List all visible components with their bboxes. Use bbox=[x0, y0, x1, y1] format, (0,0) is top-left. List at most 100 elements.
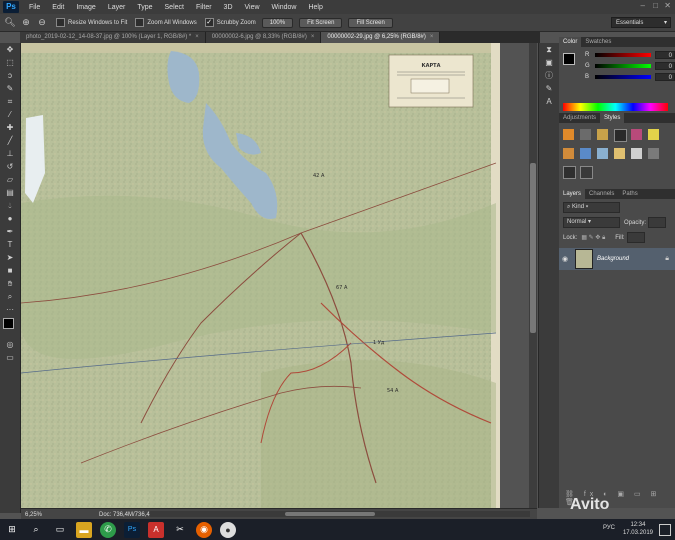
zoom-level[interactable]: 6,25% bbox=[21, 512, 63, 518]
menu-help[interactable]: Help bbox=[302, 4, 328, 11]
style-swatch[interactable] bbox=[631, 148, 642, 160]
tools-icon[interactable]: ✂ bbox=[172, 522, 188, 538]
green-value[interactable]: 0 bbox=[655, 61, 675, 70]
tab-document-1[interactable]: photo_2019-02-12_14-08-37.jpg @ 100% (La… bbox=[20, 32, 206, 43]
tab-document-2[interactable]: 00000002-6.jpg @ 8,33% (RGB/8#) × bbox=[205, 32, 322, 43]
lock-icons[interactable]: ▦ ✎ ✥ 🔒︎ bbox=[581, 234, 605, 242]
resize-windows-checkbox[interactable]: Resize Windows to Fit bbox=[56, 18, 127, 27]
tab-styles[interactable]: Styles bbox=[600, 113, 625, 123]
style-swatch[interactable] bbox=[614, 129, 627, 142]
task-view-icon[interactable]: ▭ bbox=[52, 522, 68, 538]
foreground-color-swatch[interactable] bbox=[3, 318, 14, 329]
layer-filter-kind[interactable]: ⌕ Kind ▾ bbox=[563, 202, 620, 213]
marquee-tool-icon[interactable]: ⬚ bbox=[0, 56, 20, 69]
style-swatch[interactable] bbox=[597, 148, 608, 160]
notifications-icon[interactable] bbox=[659, 524, 671, 536]
fill-screen-button[interactable]: Fill Screen bbox=[348, 17, 393, 28]
blue-value[interactable]: 0 bbox=[655, 72, 675, 81]
tab-layers[interactable]: Layers bbox=[559, 189, 586, 199]
zoom-all-checkbox[interactable]: Zoom All Windows bbox=[135, 18, 197, 27]
style-swatch[interactable] bbox=[631, 129, 642, 140]
tab-swatches[interactable]: Swatches bbox=[581, 37, 615, 47]
file-explorer-icon[interactable]: ▬ bbox=[76, 521, 92, 538]
eraser-tool-icon[interactable]: ▱ bbox=[0, 173, 20, 186]
close-icon[interactable]: × bbox=[195, 34, 199, 40]
character-panel-icon[interactable]: A bbox=[539, 95, 559, 108]
tab-adjustments[interactable]: Adjustments bbox=[559, 113, 600, 123]
language-indicator[interactable]: РУС bbox=[603, 525, 615, 531]
info-panel-icon[interactable]: ⓘ bbox=[539, 69, 559, 82]
maximize-icon[interactable]: □ bbox=[653, 1, 658, 10]
properties-panel-icon[interactable]: ▣ bbox=[539, 56, 559, 69]
layer-name[interactable]: Background bbox=[597, 256, 665, 262]
windows-start-icon[interactable]: ⊞ bbox=[4, 522, 20, 538]
photoshop-taskbar-icon[interactable]: Ps bbox=[124, 521, 140, 538]
quick-mask-icon[interactable]: ◎ bbox=[0, 338, 20, 351]
eyedropper-tool-icon[interactable]: ⁄ bbox=[0, 108, 20, 121]
menu-image[interactable]: Image bbox=[70, 4, 101, 11]
tab-document-3[interactable]: 00000002-29.jpg @ 6,25% (RGB/8#) × bbox=[321, 32, 441, 43]
screen-mode-icon[interactable]: ▭ bbox=[0, 351, 20, 364]
menu-type[interactable]: Type bbox=[131, 4, 158, 11]
close-icon[interactable]: × bbox=[311, 34, 315, 40]
disc-icon[interactable]: ● bbox=[220, 521, 236, 538]
color-swatches[interactable] bbox=[0, 316, 20, 338]
menu-view[interactable]: View bbox=[239, 4, 266, 11]
workspace-select[interactable]: Essentials ▾ bbox=[611, 17, 671, 28]
style-swatch[interactable] bbox=[648, 129, 659, 140]
color-ramp[interactable] bbox=[563, 103, 668, 111]
style-swatch[interactable] bbox=[614, 148, 625, 160]
style-swatch[interactable] bbox=[580, 165, 593, 179]
menu-file[interactable]: File bbox=[23, 4, 46, 11]
menu-3d[interactable]: 3D bbox=[218, 4, 239, 11]
zoom-in-icon[interactable]: ⊕ bbox=[20, 17, 32, 29]
lasso-tool-icon[interactable]: ↄ bbox=[0, 69, 20, 82]
green-slider[interactable]: G0 bbox=[585, 60, 675, 71]
clock[interactable]: 12:34 17.03.2019 bbox=[623, 521, 653, 537]
blur-tool-icon[interactable]: 💧︎ bbox=[0, 199, 20, 212]
style-swatch[interactable] bbox=[648, 148, 659, 160]
zoom-100-button[interactable]: 100% bbox=[261, 17, 294, 28]
menu-filter[interactable]: Filter bbox=[190, 4, 218, 11]
brush-panel-icon[interactable]: ✎ bbox=[539, 82, 559, 95]
clone-stamp-tool-icon[interactable]: ⊥ bbox=[0, 147, 20, 160]
whatsapp-icon[interactable]: ✆ bbox=[100, 521, 116, 538]
style-swatch[interactable] bbox=[563, 165, 576, 179]
zoom-tool-icon[interactable]: 🔍︎ bbox=[4, 17, 16, 29]
vertical-scrollbar[interactable] bbox=[529, 43, 537, 508]
firefox-icon[interactable]: ◉ bbox=[196, 521, 212, 538]
style-swatch[interactable] bbox=[580, 129, 591, 140]
red-value[interactable]: 0 bbox=[655, 50, 675, 59]
menu-window[interactable]: Window bbox=[266, 4, 303, 11]
zoom-tool-icon[interactable]: ⌕ bbox=[0, 290, 20, 303]
healing-brush-tool-icon[interactable]: ✚ bbox=[0, 121, 20, 134]
path-selection-tool-icon[interactable]: ➤ bbox=[0, 251, 20, 264]
style-swatch[interactable] bbox=[563, 148, 574, 160]
move-tool-icon[interactable]: ✥ bbox=[0, 43, 20, 56]
history-brush-tool-icon[interactable]: ↺ bbox=[0, 160, 20, 173]
tab-color[interactable]: Color bbox=[559, 37, 582, 47]
blue-slider[interactable]: B0 bbox=[585, 71, 675, 82]
rectangle-tool-icon[interactable]: ■ bbox=[0, 264, 20, 277]
scroll-thumb[interactable] bbox=[530, 163, 536, 333]
type-tool-icon[interactable]: T bbox=[0, 238, 20, 251]
style-swatch[interactable] bbox=[563, 129, 574, 140]
fit-screen-button[interactable]: Fit Screen bbox=[299, 17, 343, 28]
brush-tool-icon[interactable]: ╱ bbox=[0, 134, 20, 147]
tab-paths[interactable]: Paths bbox=[618, 189, 641, 199]
history-panel-icon[interactable]: ⧗ bbox=[539, 43, 559, 56]
minimize-icon[interactable]: – bbox=[641, 1, 645, 10]
scroll-thumb[interactable] bbox=[285, 512, 375, 516]
eye-icon[interactable]: ◉ bbox=[559, 255, 571, 263]
extra-tools-icon[interactable]: ··· bbox=[0, 303, 20, 316]
quick-select-tool-icon[interactable]: ✎ bbox=[0, 82, 20, 95]
crop-tool-icon[interactable]: ⌗ bbox=[0, 95, 20, 108]
horizontal-scrollbar[interactable] bbox=[150, 511, 530, 517]
menu-layer[interactable]: Layer bbox=[102, 4, 132, 11]
zoom-out-icon[interactable]: ⊖ bbox=[36, 17, 48, 29]
style-swatch[interactable] bbox=[597, 129, 608, 140]
layer-row-background[interactable]: ◉ Background 🔒︎ bbox=[559, 248, 675, 270]
foreground-color-swatch[interactable] bbox=[563, 53, 575, 65]
gradient-tool-icon[interactable]: ▤ bbox=[0, 186, 20, 199]
acrobat-icon[interactable]: A bbox=[148, 521, 164, 538]
